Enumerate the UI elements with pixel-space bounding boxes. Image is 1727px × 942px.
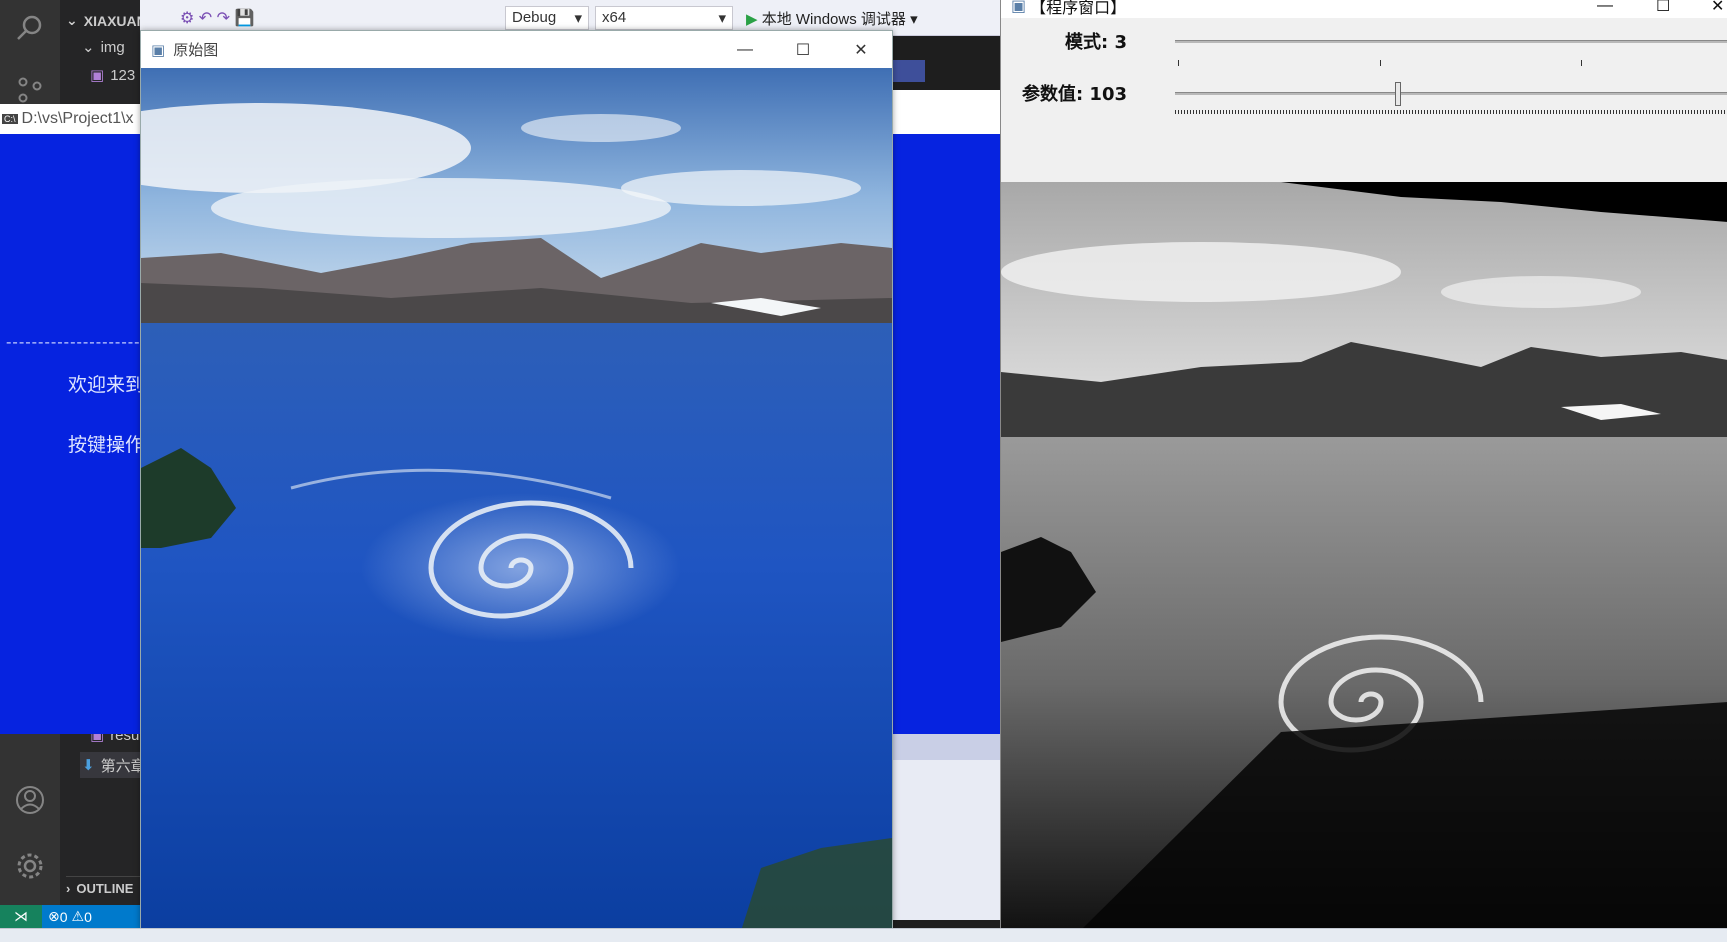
warnings-icon: ⚠ <box>71 908 85 924</box>
warnings-count[interactable]: 0 <box>84 909 92 925</box>
window-app-icon: ▣ <box>1011 0 1027 15</box>
gear-icon[interactable] <box>14 850 46 882</box>
program-window: ▣ 【程序窗口】 — ☐ ✕ 模式: 3 参数值: 103 <box>1000 0 1727 930</box>
source-control-icon[interactable] <box>14 74 46 106</box>
download-icon: ⬇ <box>82 757 95 774</box>
console-keys-text: 按键操作 <box>68 434 145 456</box>
vs-panel-bar <box>890 734 1000 760</box>
platform-combo[interactable]: x64 ▾ <box>595 6 733 30</box>
minimize-button[interactable]: — <box>1597 0 1613 15</box>
explorer-file-chapter[interactable]: ⬇ 第六章 <box>80 752 146 778</box>
debugger-label: 本地 Windows 调试器 <box>761 11 906 28</box>
close-button[interactable]: ✕ <box>1711 0 1724 16</box>
explorer-file-123[interactable]: ▣ 123 <box>90 66 136 85</box>
vs-panel-area <box>890 760 1000 920</box>
search-icon[interactable] <box>14 12 46 44</box>
mode-trackbar-label: 模式: 3 <box>1065 32 1127 53</box>
original-window-title: 原始图 <box>173 42 219 59</box>
debugger-button[interactable]: ▶ 本地 Windows 调试器 ▾ <box>746 8 918 29</box>
platform-value: x64 <box>602 9 627 26</box>
program-window-titlebar[interactable]: ▣ 【程序窗口】 — ☐ ✕ <box>1001 0 1727 18</box>
console-title: D:\vs\Project1\x <box>21 110 134 127</box>
minimize-button[interactable]: — <box>716 31 774 68</box>
remote-icon: ⋊ <box>14 908 28 924</box>
image-file-icon: ▣ <box>90 67 105 84</box>
close-button[interactable]: ✕ <box>832 31 890 68</box>
config-value: Debug <box>512 9 557 26</box>
errors-count[interactable]: 0 <box>60 909 68 925</box>
outline-section[interactable]: › OUTLINE <box>66 876 146 896</box>
remote-indicator[interactable]: ⋊ <box>0 905 42 928</box>
config-combo[interactable]: Debug ▾ <box>505 6 589 30</box>
explorer-folder-img[interactable]: ⌄ img <box>82 38 125 57</box>
play-icon: ▶ <box>746 11 758 28</box>
original-image <box>141 68 892 931</box>
param-ticks <box>1175 110 1727 114</box>
windows-taskbar <box>0 928 1727 942</box>
console-app-icon: C:\ <box>2 114 18 124</box>
maximize-button[interactable]: ☐ <box>1656 0 1670 16</box>
outline-label: OUTLINE <box>76 881 134 896</box>
chevron-right-icon: › <box>66 881 71 896</box>
processed-image <box>1001 182 1727 930</box>
param-trackbar[interactable] <box>1175 92 1727 95</box>
errors-icon: ⊗ <box>48 908 60 924</box>
console-welcome-text: 欢迎来到 <box>68 374 145 396</box>
file-label: 第六章 <box>100 757 146 775</box>
vs-tool-icon[interactable]: ⚙ ↶ ↷ 💾 <box>180 8 254 28</box>
vs-tab-strip <box>890 60 925 82</box>
dropdown-icon: ▾ <box>574 10 582 27</box>
chevron-down-icon: ⌄ <box>66 12 78 28</box>
original-image-window: ▣ 原始图 — ☐ ✕ <box>140 30 893 931</box>
chevron-down-icon: ⌄ <box>82 39 95 56</box>
program-window-title: 【程序窗口】 <box>1030 0 1127 17</box>
trackbar-panel: 模式: 3 参数值: 103 <box>1001 18 1727 182</box>
folder-label: img <box>100 38 125 56</box>
vscode-status-bar: ⋊ ⊗ 0 ⚠ 0 <box>0 905 140 928</box>
mode-tick <box>1581 60 1582 66</box>
mode-trackbar[interactable] <box>1175 40 1727 43</box>
maximize-button[interactable]: ☐ <box>774 31 832 68</box>
console-titlebar[interactable]: C:\ D:\vs\Project1\x <box>0 104 140 134</box>
window-app-icon: ▣ <box>151 41 166 59</box>
param-trackbar-thumb[interactable] <box>1395 82 1402 106</box>
vs-editor-band <box>890 90 1000 134</box>
account-icon[interactable] <box>14 784 46 816</box>
dropdown-icon: ▾ <box>910 11 918 28</box>
mode-tick <box>1380 60 1381 66</box>
param-trackbar-label: 参数值: 103 <box>1021 84 1127 105</box>
original-window-titlebar[interactable]: ▣ 原始图 — ☐ ✕ <box>141 31 892 68</box>
file-label: 123 <box>110 66 136 84</box>
dropdown-icon: ▾ <box>718 10 726 27</box>
mode-tick <box>1178 60 1179 66</box>
